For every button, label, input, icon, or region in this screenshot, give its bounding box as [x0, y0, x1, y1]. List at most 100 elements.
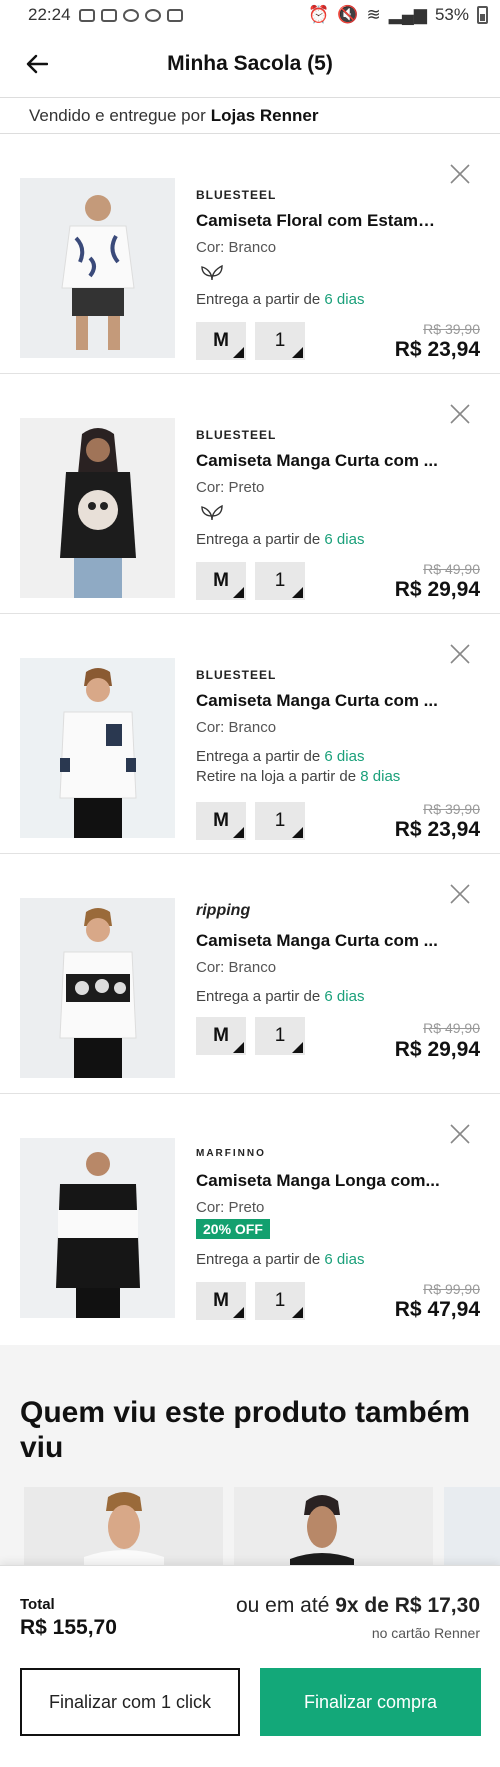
page-header: Minha Sacola (5) [0, 30, 500, 98]
cart-item: BLUESTEEL Camiseta Manga Curta com ... C… [0, 614, 500, 854]
seller-prefix: Vendido e entregue por [29, 105, 206, 125]
checkout-footer: Total R$ 155,70 ou em até 9x de R$ 17,30… [0, 1565, 500, 1767]
brand-logo: MARFINNO [196, 1148, 266, 1159]
current-price: R$ 29,94 [394, 578, 480, 601]
pickup-info: Retire na loja a partir de 8 dias [196, 768, 400, 785]
battery-icon [477, 6, 488, 24]
product-name[interactable]: Camiseta Floral com Estamp... [196, 211, 441, 231]
delivery-info: Entrega a partir de 6 dias [196, 988, 364, 1005]
delivery-info: Entrega a partir de 6 dias [196, 1251, 364, 1268]
notification-icon [78, 8, 95, 22]
original-price: R$ 49,90 [423, 561, 480, 577]
status-time: 22:24 [28, 5, 71, 24]
quantity-selector[interactable]: 1 [255, 802, 305, 840]
recommended-product[interactable] [234, 1487, 433, 1565]
installment-card-note: no cartão Renner [371, 1625, 480, 1641]
product-image[interactable] [20, 1138, 175, 1318]
notification-icon [122, 8, 139, 22]
installment-value: 9x de R$ 17,30 [335, 1594, 480, 1617]
delivery-days: 6 dias [324, 1251, 365, 1268]
original-price: R$ 99,90 [423, 1281, 480, 1297]
size-selector[interactable]: M [196, 802, 246, 840]
close-icon[interactable] [448, 162, 472, 186]
total-label: Total [20, 1596, 55, 1613]
quantity-selector[interactable]: 1 [255, 1017, 305, 1055]
recommended-product[interactable] [444, 1487, 500, 1565]
recommended-product[interactable] [24, 1487, 223, 1565]
cart-item: MARFINNO Camiseta Manga Longa com... Cor… [0, 1094, 500, 1334]
size-selector[interactable]: M [196, 562, 246, 600]
notification-icon [100, 8, 117, 22]
seller-info: Vendido e entregue por Lojas Renner [0, 98, 500, 134]
brand-logo: BLUESTEEL [196, 428, 277, 442]
product-color: Cor: Branco [196, 959, 277, 976]
alarm-icon: ⏰ [308, 5, 330, 24]
quantity-selector[interactable]: 1 [255, 1282, 305, 1320]
original-price: R$ 39,90 [423, 801, 480, 817]
quantity-selector[interactable]: 1 [255, 322, 305, 360]
size-selector[interactable]: M [196, 1017, 246, 1055]
installment-prefix: ou em até [235, 1594, 330, 1617]
close-icon[interactable] [448, 882, 472, 906]
product-image[interactable] [20, 178, 175, 358]
signal-icon: ▂▄▆ [388, 5, 427, 24]
product-color: Cor: Preto [196, 1199, 265, 1216]
mute-icon: 🔇 [337, 5, 359, 24]
product-image[interactable] [20, 658, 175, 838]
page-title: Minha Sacola (5) [167, 51, 333, 75]
cart-item: BLUESTEEL Camiseta Manga Curta com ... C… [0, 374, 500, 614]
cart-item: ripping Camiseta Manga Curta com ... Cor… [0, 854, 500, 1094]
notification-icons [78, 8, 183, 22]
image-icon [166, 8, 183, 22]
original-price: R$ 39,90 [423, 321, 480, 337]
quantity-value: 1 [274, 1025, 286, 1046]
delivery-prefix: Entrega a partir de [196, 1251, 321, 1268]
pickup-days: 8 dias [360, 768, 401, 785]
product-image[interactable] [20, 418, 175, 598]
delivery-days: 6 dias [324, 531, 365, 548]
one-click-checkout-button[interactable]: Finalizar com 1 click [20, 1668, 240, 1736]
delivery-prefix: Entrega a partir de [196, 291, 321, 308]
quantity-value: 1 [274, 570, 286, 591]
product-name[interactable]: Camiseta Manga Curta com ... [196, 931, 441, 951]
delivery-info: Entrega a partir de 6 dias [196, 531, 364, 548]
size-value: M [213, 810, 229, 831]
size-value: M [213, 1290, 229, 1311]
status-bar: 22:24 ⏰ 🔇 ≋ ▂▄▆ 53% [0, 0, 500, 30]
checkout-button[interactable]: Finalizar compra [260, 1668, 481, 1736]
product-color: Cor: Preto [196, 479, 265, 496]
back-button[interactable] [22, 49, 52, 79]
close-icon[interactable] [448, 1122, 472, 1146]
sustainable-leaf-icon [201, 264, 223, 281]
current-price: R$ 47,94 [394, 1298, 480, 1321]
product-name[interactable]: Camiseta Manga Curta com ... [196, 691, 441, 711]
brand-logo: BLUESTEEL [196, 668, 277, 682]
close-icon[interactable] [448, 642, 472, 666]
size-selector[interactable]: M [196, 1282, 246, 1320]
cart-item: BLUESTEEL Camiseta Floral com Estamp... … [0, 134, 500, 374]
product-color: Cor: Branco [196, 719, 277, 736]
product-name[interactable]: Camiseta Manga Longa com... [196, 1171, 441, 1191]
size-value: M [213, 1025, 229, 1046]
recommendations-section: Quem viu este produto também viu [0, 1345, 500, 1565]
product-name[interactable]: Camiseta Manga Curta com ... [196, 451, 441, 471]
delivery-prefix: Entrega a partir de [196, 988, 321, 1005]
quantity-value: 1 [274, 810, 286, 831]
delivery-prefix: Entrega a partir de [196, 748, 321, 765]
size-value: M [213, 570, 229, 591]
product-image[interactable] [20, 898, 175, 1078]
delivery-days: 6 dias [324, 988, 365, 1005]
size-selector[interactable]: M [196, 322, 246, 360]
total-value: R$ 155,70 [20, 1616, 117, 1639]
battery-percent: 53% [434, 5, 469, 24]
quantity-selector[interactable]: 1 [255, 562, 305, 600]
delivery-days: 6 dias [324, 748, 365, 765]
size-value: M [213, 330, 229, 351]
current-price: R$ 23,94 [394, 818, 480, 841]
quantity-value: 1 [274, 330, 286, 351]
recommendations-title: Quem viu este produto também viu [20, 1396, 471, 1464]
product-color: Cor: Branco [196, 239, 277, 256]
seller-name: Lojas Renner [210, 105, 319, 125]
original-price: R$ 49,90 [423, 1020, 480, 1036]
close-icon[interactable] [448, 402, 472, 426]
